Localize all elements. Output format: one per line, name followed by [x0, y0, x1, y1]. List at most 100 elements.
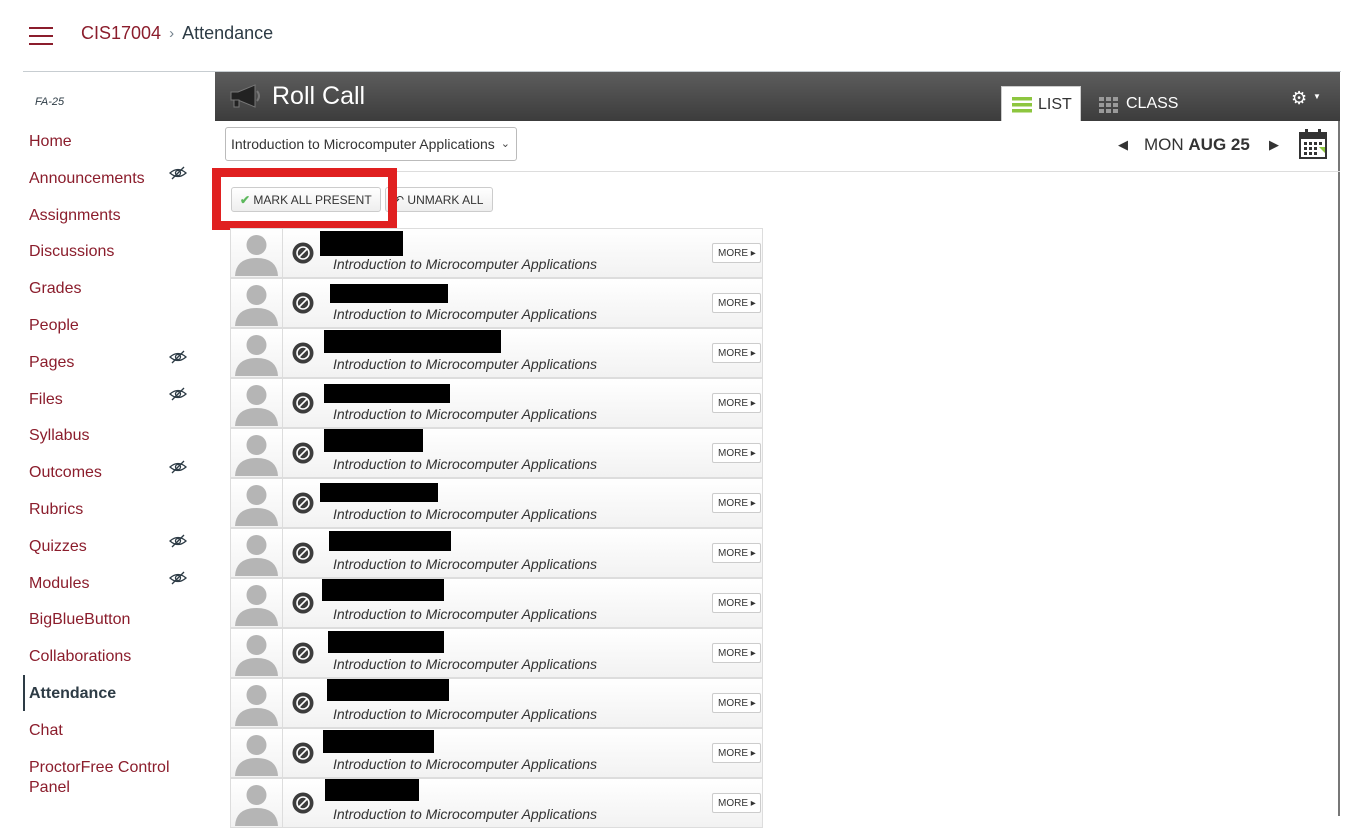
student-row[interactable]: Introduction to Microcomputer Applicatio…	[230, 278, 763, 328]
avatar-divider	[282, 579, 283, 627]
redacted-student-name	[323, 730, 434, 753]
student-row[interactable]: Introduction to Microcomputer Applicatio…	[230, 478, 763, 528]
avatar-placeholder-icon	[235, 685, 278, 726]
term-label: FA-25	[35, 96, 65, 108]
sidebar-item-chat[interactable]: Chat	[29, 721, 204, 741]
sidebar-item-syllabus[interactable]: Syllabus	[29, 426, 204, 446]
sidebar-item-discussions[interactable]: Discussions	[29, 242, 204, 262]
redacted-student-name	[328, 631, 444, 653]
breadcrumb-separator: ›	[169, 25, 175, 42]
tab-list-label: LIST	[1038, 96, 1072, 113]
avatar-divider	[282, 229, 283, 277]
more-button[interactable]: MORE ▸	[712, 343, 761, 363]
student-row[interactable]: Introduction to Microcomputer Applicatio…	[230, 628, 763, 678]
more-button[interactable]: MORE ▸	[712, 743, 761, 763]
unmarked-status-icon[interactable]	[292, 342, 314, 364]
previous-day-icon[interactable]: ◀	[1118, 137, 1128, 153]
sidebar-item-bigbluebutton[interactable]: BigBlueButton	[29, 610, 204, 630]
more-button[interactable]: MORE ▸	[712, 443, 761, 463]
avatar-divider	[282, 429, 283, 477]
list-icon	[1012, 97, 1032, 113]
sidebar-item-people[interactable]: People	[29, 316, 204, 336]
unmarked-status-icon[interactable]	[292, 292, 314, 314]
more-button[interactable]: MORE ▸	[712, 293, 761, 313]
student-row[interactable]: Introduction to Microcomputer Applicatio…	[230, 378, 763, 428]
unmarked-status-icon[interactable]	[292, 392, 314, 414]
unmarked-status-icon[interactable]	[292, 692, 314, 714]
avatar-divider	[282, 729, 283, 777]
unmarked-status-icon[interactable]	[292, 642, 314, 664]
more-button[interactable]: MORE ▸	[712, 693, 761, 713]
avatar-divider	[282, 679, 283, 727]
tab-list[interactable]: LIST	[1001, 86, 1081, 121]
student-row[interactable]: Introduction to Microcomputer Applicatio…	[230, 428, 763, 478]
redacted-student-name	[325, 779, 419, 801]
date-monthday: AUG 25	[1188, 135, 1250, 154]
eye-slash-icon	[169, 460, 187, 474]
settings-menu[interactable]: ⚙ ▼	[1291, 88, 1321, 109]
sidebar-item-grades[interactable]: Grades	[29, 279, 204, 299]
more-button[interactable]: MORE ▸	[712, 393, 761, 413]
sidebar-item-collaborations[interactable]: Collaborations	[29, 647, 204, 667]
avatar-placeholder-icon	[235, 735, 278, 776]
redacted-student-name	[320, 483, 438, 502]
avatar-divider	[282, 529, 283, 577]
megaphone-icon	[230, 84, 260, 108]
unmark-all-button[interactable]: ↶ UNMARK ALL	[385, 187, 493, 212]
redacted-student-name	[320, 231, 403, 256]
more-button[interactable]: MORE ▸	[712, 243, 761, 263]
unmarked-status-icon[interactable]	[292, 592, 314, 614]
student-course-label: Introduction to Microcomputer Applicatio…	[333, 656, 598, 672]
sidebar-item-proctorfree-control-panel[interactable]: ProctorFree Control Panel	[29, 758, 204, 798]
sidebar-item-rubrics[interactable]: Rubrics	[29, 500, 204, 520]
avatar-placeholder-icon	[235, 635, 278, 676]
avatar-divider	[282, 379, 283, 427]
avatar-placeholder-icon	[235, 285, 278, 326]
avatar-placeholder-icon	[235, 485, 278, 526]
unmarked-status-icon[interactable]	[292, 792, 314, 814]
top-bar: CIS17004 › Attendance	[0, 0, 1363, 70]
more-button[interactable]: MORE ▸	[712, 493, 761, 513]
chevron-down-icon: ⌄	[500, 138, 510, 150]
student-row[interactable]: Introduction to Microcomputer Applicatio…	[230, 328, 763, 378]
student-row[interactable]: Introduction to Microcomputer Applicatio…	[230, 678, 763, 728]
more-button[interactable]: MORE ▸	[712, 793, 761, 813]
student-course-label: Introduction to Microcomputer Applicatio…	[333, 556, 598, 572]
course-select-value: Introduction to Microcomputer Applicatio…	[231, 136, 495, 152]
unmarked-status-icon[interactable]	[292, 442, 314, 464]
student-row[interactable]: Introduction to Microcomputer Applicatio…	[230, 778, 763, 828]
avatar-placeholder-icon	[235, 585, 278, 626]
student-row[interactable]: Introduction to Microcomputer Applicatio…	[230, 728, 763, 778]
unmarked-status-icon[interactable]	[292, 242, 314, 264]
breadcrumb-course-link[interactable]: CIS17004	[81, 23, 161, 44]
redacted-student-name	[327, 679, 449, 701]
avatar-placeholder-icon	[235, 385, 278, 426]
student-row[interactable]: Introduction to Microcomputer Applicatio…	[230, 228, 763, 278]
tab-class-label: CLASS	[1126, 95, 1179, 112]
hamburger-icon[interactable]	[29, 27, 53, 45]
student-row[interactable]: Introduction to Microcomputer Applicatio…	[230, 578, 763, 628]
more-button[interactable]: MORE ▸	[712, 593, 761, 613]
highlight-box	[212, 168, 397, 230]
unmarked-status-icon[interactable]	[292, 742, 314, 764]
date-weekday: MON	[1144, 135, 1184, 154]
student-course-label: Introduction to Microcomputer Applicatio…	[333, 406, 598, 422]
student-row[interactable]: Introduction to Microcomputer Applicatio…	[230, 528, 763, 578]
more-button[interactable]: MORE ▸	[712, 543, 761, 563]
student-course-label: Introduction to Microcomputer Applicatio…	[333, 306, 598, 322]
avatar-placeholder-icon	[235, 235, 278, 276]
gear-icon: ⚙	[1291, 88, 1308, 108]
student-course-label: Introduction to Microcomputer Applicatio…	[333, 456, 598, 472]
calendar-icon[interactable]	[1299, 129, 1327, 159]
unmarked-status-icon[interactable]	[292, 492, 314, 514]
student-course-label: Introduction to Microcomputer Applicatio…	[333, 256, 598, 272]
sidebar-item-attendance[interactable]: Attendance	[29, 684, 204, 704]
course-select[interactable]: Introduction to Microcomputer Applicatio…	[225, 127, 517, 161]
next-day-icon[interactable]: ▶	[1269, 137, 1279, 153]
sidebar-item-home[interactable]: Home	[29, 132, 204, 152]
more-button[interactable]: MORE ▸	[712, 643, 761, 663]
eye-slash-icon	[169, 166, 187, 180]
sidebar-item-assignments[interactable]: Assignments	[29, 206, 204, 226]
grid-icon	[1099, 97, 1118, 113]
unmarked-status-icon[interactable]	[292, 542, 314, 564]
